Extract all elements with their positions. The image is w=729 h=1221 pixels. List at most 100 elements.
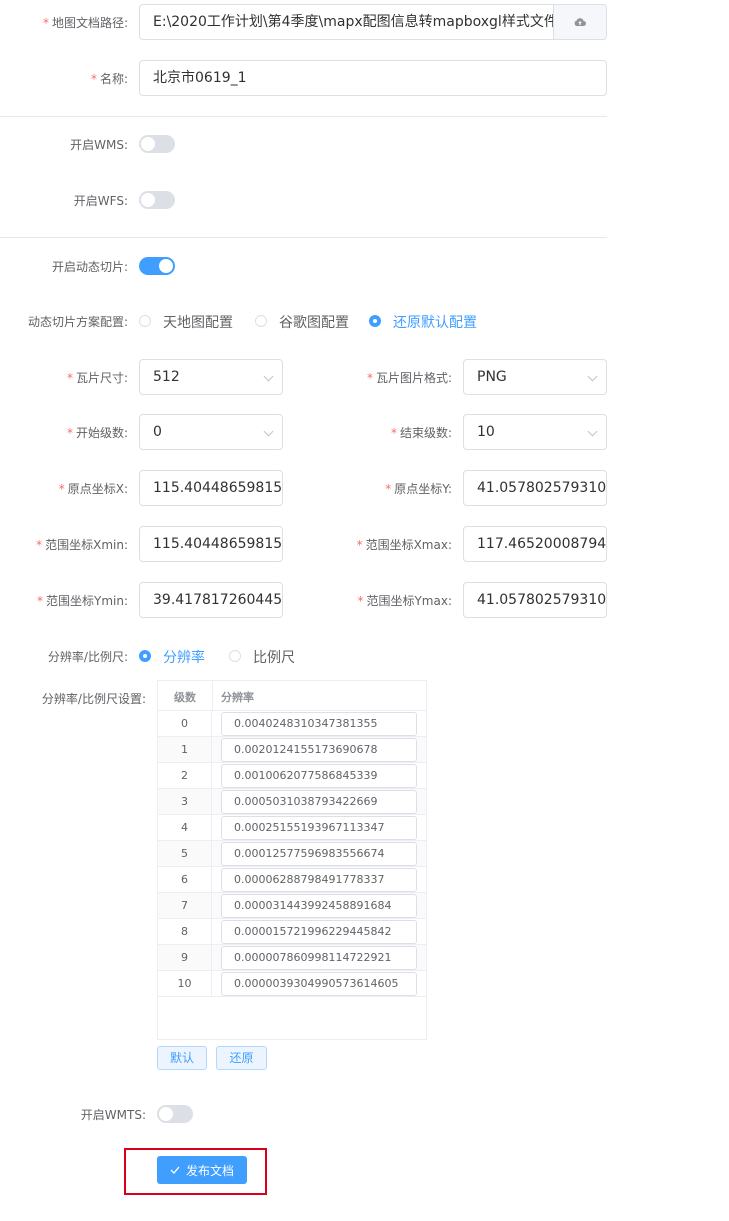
- dynamic-tile-switch[interactable]: [139, 257, 175, 275]
- wmts-switch[interactable]: [157, 1105, 193, 1123]
- origin-y-label: * 原点坐标Y:: [300, 480, 452, 497]
- column-header-level: 级数: [174, 691, 196, 704]
- start-level-value: 0: [153, 424, 162, 440]
- resolution-input[interactable]: 0.0010062077586845339: [221, 764, 417, 788]
- radio-resolution[interactable]: [139, 650, 151, 662]
- radio-google-label[interactable]: 谷歌图配置: [279, 312, 349, 332]
- origin-y-label-text: 原点坐标Y:: [394, 482, 452, 496]
- chevron-down-icon: [263, 426, 274, 437]
- extent-xmax-label: * 范围坐标Xmax:: [300, 536, 452, 553]
- divider: [0, 237, 607, 238]
- upload-button[interactable]: [554, 4, 607, 40]
- table-row: 9 0.000007860998114722921: [158, 945, 426, 971]
- table-row: 4 0.00025155193967113347: [158, 815, 426, 841]
- radio-google[interactable]: [255, 315, 267, 327]
- end-level-label: * 结束级数:: [300, 424, 452, 441]
- level-cell: 8: [158, 919, 212, 945]
- cloud-upload-icon: [574, 18, 586, 26]
- chevron-down-icon: [263, 371, 274, 382]
- radio-restore-default[interactable]: [369, 315, 381, 327]
- resolution-input[interactable]: 0.000007860998114722921: [221, 946, 417, 970]
- wfs-label: 开启WFS:: [73, 194, 128, 208]
- resolution-input[interactable]: 0.0000039304990573614605: [221, 972, 417, 996]
- restore-button[interactable]: 还原: [216, 1046, 267, 1070]
- resolution-input[interactable]: 0.0040248310347381355: [221, 712, 417, 736]
- required-mark: *: [58, 482, 65, 496]
- radio-restore-default-label[interactable]: 还原默认配置: [393, 312, 477, 332]
- origin-x-label-text: 原点坐标X:: [67, 482, 128, 496]
- origin-y-input[interactable]: 41.05780257931024: [463, 470, 607, 506]
- tile-size-value: 512: [153, 369, 180, 385]
- publish-button[interactable]: 发布文档: [157, 1156, 247, 1184]
- origin-x-input[interactable]: 115.4044865981591: [139, 470, 283, 506]
- start-level-select[interactable]: 0: [139, 414, 283, 450]
- table-row: 3 0.0005031038793422669: [158, 789, 426, 815]
- name-input[interactable]: 北京市0619_1: [139, 60, 607, 96]
- level-cell: 2: [158, 763, 212, 789]
- end-level-label-text: 结束级数:: [399, 426, 452, 440]
- extent-ymin-input[interactable]: 39.41781726044531: [139, 582, 283, 618]
- extent-ymax-label-text: 范围坐标Ymax:: [366, 594, 452, 608]
- check-icon: [170, 1166, 180, 1174]
- extent-xmin-label-text: 范围坐标Xmin:: [45, 538, 128, 552]
- extent-xmax-input[interactable]: 117.4652000879450: [463, 526, 607, 562]
- required-mark: *: [42, 16, 49, 30]
- default-button[interactable]: 默认: [157, 1046, 207, 1070]
- level-cell: 6: [158, 867, 212, 893]
- wmts-label: 开启WMTS:: [80, 1108, 146, 1122]
- tile-format-select[interactable]: PNG: [463, 359, 607, 395]
- column-divider: [212, 681, 213, 711]
- radio-resolution-label[interactable]: 分辨率: [163, 647, 205, 667]
- table-row: 7 0.000031443992458891684: [158, 893, 426, 919]
- radio-scale-label[interactable]: 比例尺: [253, 647, 295, 667]
- level-cell: 3: [158, 789, 212, 815]
- required-mark: *: [66, 426, 73, 440]
- chevron-down-icon: [587, 371, 598, 382]
- res-mode-label: 分辨率/比例尺:: [47, 650, 128, 664]
- resolution-input[interactable]: 0.000031443992458891684: [221, 894, 417, 918]
- table-row: 5 0.00012577596983556674: [158, 841, 426, 867]
- radio-scale[interactable]: [229, 650, 241, 662]
- table-header: 级数 分辨率: [158, 681, 426, 711]
- radio-tianditu-label[interactable]: 天地图配置: [163, 312, 233, 332]
- publish-button-label: 发布文档: [185, 1163, 234, 1178]
- wfs-switch[interactable]: [139, 191, 175, 209]
- table-row: 0 0.0040248310347381355: [158, 711, 426, 737]
- tile-size-select[interactable]: 512: [139, 359, 283, 395]
- wms-switch[interactable]: [139, 135, 175, 153]
- map-path-input[interactable]: E:\2020工作计划\第4季度\mapx配图信息转mapboxgl样式文件\D…: [139, 4, 554, 40]
- map-path-label-text: 地图文档路径:: [51, 16, 128, 30]
- column-header-resolution: 分辨率: [221, 691, 254, 704]
- extent-xmin-input[interactable]: 115.4044865981591: [139, 526, 283, 562]
- radio-tianditu[interactable]: [139, 315, 151, 327]
- required-mark: *: [66, 371, 73, 385]
- table-row: 1 0.0020124155173690678: [158, 737, 426, 763]
- chevron-down-icon: [587, 426, 598, 437]
- extent-ymin-label: * 范围坐标Ymin:: [0, 592, 128, 609]
- extent-ymin-label-text: 范围坐标Ymin:: [45, 594, 128, 608]
- level-cell: 1: [158, 737, 212, 763]
- extent-ymax-input[interactable]: 41.05780257931024: [463, 582, 607, 618]
- end-level-select[interactable]: 10: [463, 414, 607, 450]
- resolution-input[interactable]: 0.0020124155173690678: [221, 738, 417, 762]
- table-row: 6 0.00006288798491778337: [158, 867, 426, 893]
- table-row: 2 0.0010062077586845339: [158, 763, 426, 789]
- required-mark: *: [90, 72, 97, 86]
- level-cell: 10: [158, 971, 212, 997]
- resolution-input[interactable]: 0.00025155193967113347: [221, 816, 417, 840]
- resolution-table: 级数 分辨率 0 0.0040248310347381355 1 0.00201241…: [157, 680, 427, 1040]
- resolution-input[interactable]: 0.0005031038793422669: [221, 790, 417, 814]
- level-cell: 7: [158, 893, 212, 919]
- tile-format-value: PNG: [477, 369, 507, 385]
- name-label-text: 名称:: [99, 72, 128, 86]
- tile-scheme-label: 动态切片方案配置:: [27, 315, 128, 329]
- resolution-input[interactable]: 0.000015721996229445842: [221, 920, 417, 944]
- name-label: * 名称:: [0, 70, 128, 87]
- tile-size-label: * 瓦片尺寸:: [0, 369, 128, 386]
- level-cell: 5: [158, 841, 212, 867]
- resolution-input[interactable]: 0.00012577596983556674: [221, 842, 417, 866]
- origin-x-label: * 原点坐标X:: [0, 480, 128, 497]
- dynamic-tile-label: 开启动态切片:: [51, 260, 128, 274]
- resolution-input[interactable]: 0.00006288798491778337: [221, 868, 417, 892]
- required-mark: *: [357, 594, 364, 608]
